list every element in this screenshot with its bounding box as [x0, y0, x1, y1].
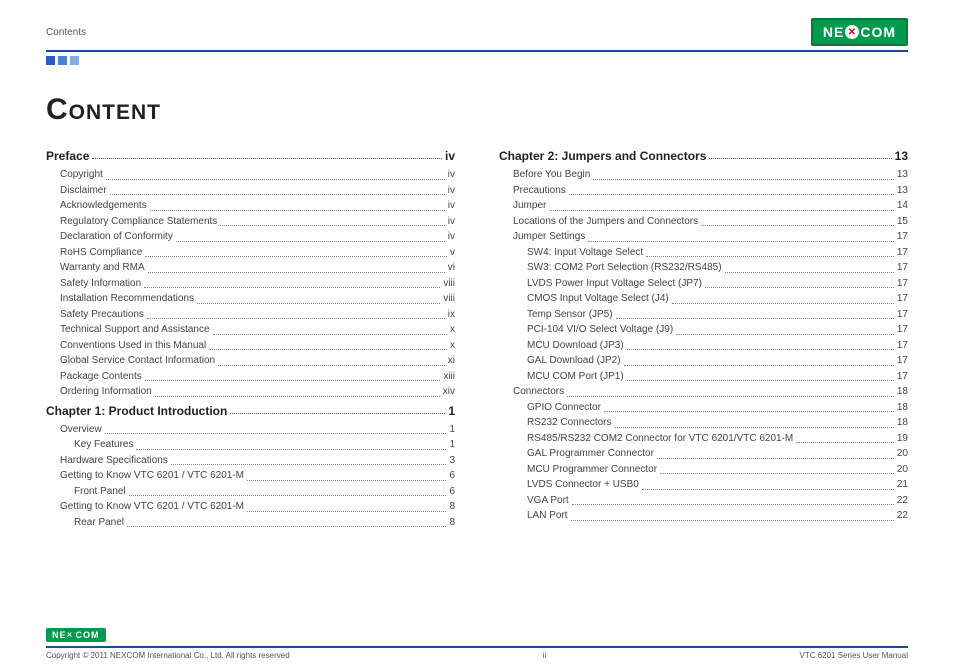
decorative-squares — [46, 56, 908, 65]
toc-entry[interactable]: Jumper14 — [499, 198, 908, 214]
toc-entry[interactable]: Acknowledgementsiv — [46, 198, 455, 214]
toc-entry[interactable]: MCU COM Port (JP1)17 — [499, 369, 908, 385]
toc-entry[interactable]: RS232 Connectors18 — [499, 415, 908, 431]
toc-entry[interactable]: Getting to Know VTC 6201 / VTC 6201-M6 — [46, 468, 455, 484]
toc-entry[interactable]: Overview1 — [46, 422, 455, 438]
nexcom-logo-small: NE✕COM — [46, 628, 106, 642]
toc-entry[interactable]: LVDS Power Input Voltage Select (JP7)17 — [499, 276, 908, 292]
page-title: Content — [46, 93, 908, 127]
toc-entry[interactable]: Key Features1 — [46, 437, 455, 453]
toc-entry[interactable]: Declaration of Conformityiv — [46, 229, 455, 245]
toc-entry[interactable]: GAL Programmer Connector20 — [499, 446, 908, 462]
toc-entry[interactable]: CMOS Input Voltage Select (J4)17 — [499, 291, 908, 307]
toc-entry[interactable]: Connectors18 — [499, 384, 908, 400]
toc-entry[interactable]: LVDS Connector + USB021 — [499, 477, 908, 493]
page-number: ii — [543, 651, 547, 660]
copyright-text: Copyright © 2011 NEXCOM International Co… — [46, 651, 290, 660]
toc-entry[interactable]: Safety Informationviii — [46, 276, 455, 292]
toc-entry[interactable]: Rear Panel8 — [46, 515, 455, 531]
toc-entry[interactable]: RoHS Compliancev — [46, 245, 455, 261]
doc-title: VTC 6201 Series User Manual — [799, 651, 908, 660]
toc-entry[interactable]: Precautions13 — [499, 183, 908, 199]
nexcom-logo: NE✕COM — [811, 18, 908, 46]
toc-entry[interactable]: Locations of the Jumpers and Connectors1… — [499, 214, 908, 230]
toc-entry[interactable]: GPIO Connector18 — [499, 400, 908, 416]
toc-entry[interactable]: VGA Port22 — [499, 493, 908, 509]
toc-entry[interactable]: GAL Download (JP2)17 — [499, 353, 908, 369]
toc-entry[interactable]: SW4: Input Voltage Select17 — [499, 245, 908, 261]
toc-entry[interactable]: Copyrightiv — [46, 167, 455, 183]
toc-entry[interactable]: MCU Download (JP3)17 — [499, 338, 908, 354]
toc-right-column: Chapter 2: Jumpers and Connectors13 Befor… — [499, 145, 908, 530]
footer: NE✕COM Copyright © 2011 NEXCOM Internati… — [46, 625, 908, 660]
toc-entry[interactable]: Temp Sensor (JP5)17 — [499, 307, 908, 323]
toc-entry[interactable]: Jumper Settings17 — [499, 229, 908, 245]
toc-entry[interactable]: MCU Programmer Connector20 — [499, 462, 908, 478]
toc-entry[interactable]: LAN Port22 — [499, 508, 908, 524]
toc-section-head[interactable]: Prefaceiv — [46, 149, 455, 163]
toc-entry[interactable]: Installation Recommendationsviii — [46, 291, 455, 307]
toc-entry[interactable]: Front Panel6 — [46, 484, 455, 500]
toc-entry[interactable]: Before You Begin13 — [499, 167, 908, 183]
toc-entry[interactable]: Ordering Informationxiv — [46, 384, 455, 400]
breadcrumb: Contents — [46, 27, 86, 38]
toc-entry[interactable]: Technical Support and Assistancex — [46, 322, 455, 338]
toc-left-column: Prefaceiv CopyrightivDisclaimerivAcknowle… — [46, 145, 455, 530]
toc-section-head[interactable]: Chapter 2: Jumpers and Connectors13 — [499, 149, 908, 163]
toc-entry[interactable]: Package Contentsxiii — [46, 369, 455, 385]
toc-entry[interactable]: Safety Precautionsix — [46, 307, 455, 323]
toc-entry[interactable]: Getting to Know VTC 6201 / VTC 6201-M8 — [46, 499, 455, 515]
toc-entry[interactable]: Warranty and RMAvi — [46, 260, 455, 276]
toc-entry[interactable]: SW3: COM2 Port Selection (RS232/RS485)17 — [499, 260, 908, 276]
toc-entry[interactable]: Global Service Contact Informationxi — [46, 353, 455, 369]
toc-entry[interactable]: PCI-104 VI/O Select Voltage (J9)17 — [499, 322, 908, 338]
toc-entry[interactable]: Disclaimeriv — [46, 183, 455, 199]
toc-entry[interactable]: Regulatory Compliance Statementsiv — [46, 214, 455, 230]
toc-entry[interactable]: RS485/RS232 COM2 Connector for VTC 6201/… — [499, 431, 908, 447]
toc-section-head[interactable]: Chapter 1: Product Introduction1 — [46, 404, 455, 418]
header-rule — [46, 50, 908, 52]
toc-entry[interactable]: Conventions Used in this Manualx — [46, 338, 455, 354]
toc-entry[interactable]: Hardware Specifications3 — [46, 453, 455, 469]
